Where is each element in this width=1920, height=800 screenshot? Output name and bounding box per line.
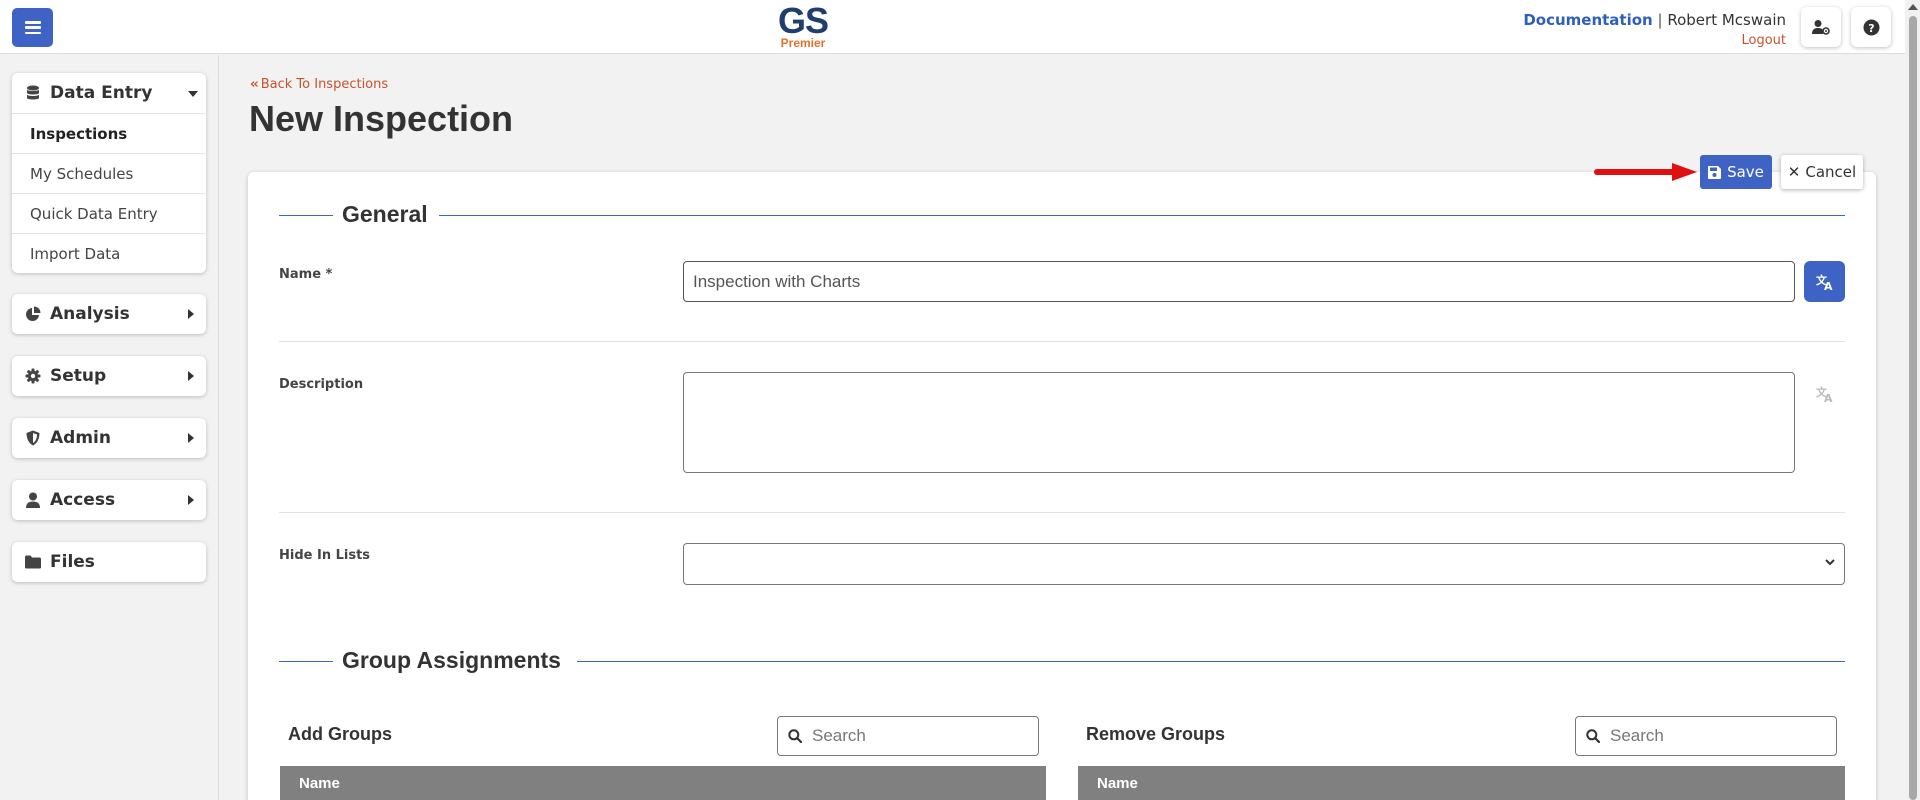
folder-icon: [24, 553, 42, 571]
logo-sub-text: Premier: [780, 36, 826, 50]
sidebar-group-setup: Setup: [12, 356, 206, 396]
help-button[interactable]: ?: [1851, 7, 1891, 47]
caret-down-icon: [188, 91, 198, 97]
remove-groups-title: Remove Groups: [1086, 724, 1226, 744]
sidebar-item-label: Analysis: [50, 304, 130, 324]
back-link-label: Back To Inspections: [260, 77, 389, 92]
column-header-name[interactable]: Name: [299, 775, 340, 792]
user-icon: [24, 491, 42, 509]
save-button-label: Save: [1727, 163, 1764, 181]
sidebar-group-access: Access: [12, 480, 206, 520]
save-button[interactable]: Save: [1700, 155, 1772, 189]
sidebar-item-label: Admin: [50, 428, 111, 448]
sidebar-item-label: Data Entry: [50, 83, 153, 103]
documentation-link[interactable]: Documentation: [1523, 11, 1652, 29]
close-icon: ✕: [1787, 163, 1801, 181]
sidebar-group-analysis: Analysis: [12, 294, 206, 334]
sidebar-group-admin: Admin: [12, 418, 206, 458]
translate-description-button[interactable]: 文 A: [1812, 382, 1838, 406]
name-input[interactable]: Inspection with Charts: [683, 261, 1795, 302]
caret-right-icon: [188, 309, 194, 319]
hamburger-menu-button[interactable]: [12, 8, 53, 47]
pie-chart-icon: [24, 305, 42, 323]
page-scrollbar[interactable]: [1905, 0, 1920, 800]
sidebar-group-data-entry: Data Entry Inspections My Schedules Quic…: [12, 73, 206, 273]
add-groups-table-header: Name: [280, 766, 1046, 800]
hide-in-lists-select[interactable]: [683, 543, 1845, 585]
sidebar-item-my-schedules[interactable]: My Schedules: [12, 153, 206, 193]
chevron-down-icon: [1825, 559, 1835, 566]
cancel-button[interactable]: ✕ Cancel: [1781, 155, 1863, 189]
logo-main-text: GS: [777, 0, 829, 41]
row-separator: [279, 341, 1845, 342]
translate-icon: 文 A: [1816, 273, 1833, 291]
floppy-disk-icon: [1708, 165, 1722, 179]
sidebar-item-quick-data-entry[interactable]: Quick Data Entry: [12, 193, 206, 233]
double-chevron-left-icon: ‹‹: [250, 77, 259, 92]
remove-groups-table-header: Name: [1078, 766, 1845, 800]
user-name: Robert Mcswain: [1667, 11, 1786, 29]
app-logo[interactable]: GS Premier: [776, 0, 830, 50]
top-bar: GS Premier Documentation | Robert Mcswai…: [0, 0, 1920, 54]
search-placeholder: Search: [812, 726, 866, 745]
cancel-button-label: Cancel: [1805, 163, 1857, 181]
gear-icon: [24, 367, 42, 385]
svg-text:?: ?: [1868, 21, 1874, 34]
translate-icon: 文 A: [1816, 385, 1833, 403]
shield-icon: [24, 429, 42, 447]
back-to-inspections-link[interactable]: ‹‹ Back To Inspections: [250, 77, 388, 92]
svg-text:A: A: [1824, 392, 1833, 403]
add-groups-search-input[interactable]: Search: [777, 716, 1039, 756]
general-section-title: General: [342, 201, 428, 227]
section-line-left: [279, 661, 333, 662]
search-placeholder: Search: [1610, 726, 1664, 745]
sidebar-item-import-data[interactable]: Import Data: [12, 233, 206, 273]
section-line-left: [279, 215, 333, 216]
column-header-name[interactable]: Name: [1097, 775, 1138, 792]
group-assignments-section-title: Group Assignments: [342, 647, 561, 673]
sidebar-item-label: Files: [50, 552, 95, 572]
add-groups-title: Add Groups: [288, 724, 392, 744]
description-textarea[interactable]: [683, 372, 1795, 473]
name-field-label: Name *: [279, 267, 333, 282]
sidebar-item-inspections[interactable]: Inspections: [12, 113, 206, 153]
general-section-header: General: [279, 201, 1845, 231]
hide-in-lists-field-label: Hide In Lists: [279, 548, 371, 563]
sidebar-item-files[interactable]: Files: [12, 542, 206, 582]
sidebar-item-label: Access: [50, 490, 116, 510]
header-separator: |: [1657, 11, 1663, 29]
scroll-up-icon[interactable]: [1908, 4, 1918, 10]
group-assignments-section-header: Group Assignments: [279, 647, 1845, 677]
page-title: New Inspection: [249, 98, 514, 139]
sidebar-item-admin[interactable]: Admin: [12, 418, 206, 458]
sidebar-item-setup[interactable]: Setup: [12, 356, 206, 396]
logout-link[interactable]: Logout: [1523, 32, 1786, 50]
sidebar-item-data-entry[interactable]: Data Entry: [12, 73, 206, 113]
caret-right-icon: [188, 433, 194, 443]
sidebar-item-label: Setup: [50, 366, 107, 386]
red-arrow-annotation-icon: [1594, 163, 1697, 181]
user-settings-button[interactable]: [1801, 7, 1841, 47]
user-area: Documentation | Robert Mcswain Logout: [1523, 11, 1786, 50]
caret-right-icon: [188, 495, 194, 505]
search-icon: [788, 729, 802, 743]
section-line-right: [577, 661, 1845, 662]
remove-groups-search-input[interactable]: Search: [1575, 716, 1837, 756]
sidebar-group-files: Files: [12, 542, 206, 582]
svg-text:A: A: [1824, 280, 1833, 291]
hamburger-icon: [24, 21, 41, 34]
section-line-right: [439, 215, 1845, 216]
scroll-thumb[interactable]: [1909, 16, 1917, 800]
search-icon: [1586, 729, 1600, 743]
description-field-label: Description: [279, 377, 364, 392]
row-separator: [279, 512, 1845, 513]
user-cog-icon: [1812, 20, 1830, 35]
database-icon: [24, 84, 42, 102]
sidebar-item-access[interactable]: Access: [12, 480, 206, 520]
caret-right-icon: [188, 371, 194, 381]
sidebar: Data Entry Inspections My Schedules Quic…: [0, 55, 219, 800]
question-circle-icon: ?: [1863, 19, 1879, 35]
sidebar-item-analysis[interactable]: Analysis: [12, 294, 206, 334]
translate-name-button[interactable]: 文 A: [1804, 261, 1845, 302]
